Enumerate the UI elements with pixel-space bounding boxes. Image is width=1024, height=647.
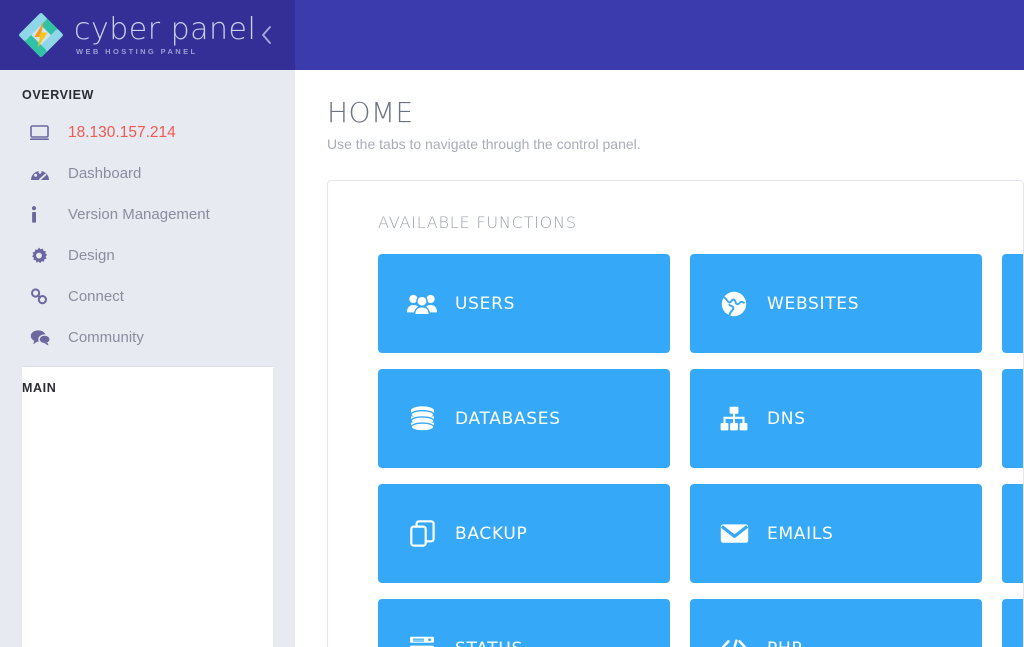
sidebar-brand-bar: cyber panel WEB HOSTING PANEL [0,0,295,70]
sidebar: cyber panel WEB HOSTING PANEL OVERVIEW 1… [0,0,295,647]
globe-icon [717,291,751,317]
sidebar-section-title-overview: OVERVIEW [22,88,94,102]
sidebar-item-server-ip[interactable]: 18.130.157.214 [0,112,295,153]
tile-label: USERS [455,293,516,314]
sidebar-item-connect[interactable]: Connect [0,276,295,317]
brand-text: cyber panel WEB HOSTING PANEL [74,11,257,56]
sidebar-item-dashboard[interactable]: Dashboard [0,153,295,194]
users-icon [405,293,439,315]
brand-name: cyber panel [74,11,257,47]
envelope-icon [717,523,751,544]
available-functions-card: AVAILABLE FUNCTIONS USERS WEBSITES DATAB… [327,180,1024,647]
available-functions-heading: AVAILABLE FUNCTIONS [378,213,577,232]
sidebar-item-design[interactable]: Design [0,235,295,276]
sidebar-item-label: Version Management [68,206,210,223]
info-icon [30,206,56,223]
sidebar-item-label: Connect [68,288,124,305]
brand-tagline: WEB HOSTING PANEL [76,46,198,56]
tile-users[interactable]: USERS [378,254,670,353]
tile-label: STATUS [455,639,523,647]
tile-label: WEBSITES [767,293,860,314]
tile-third-column-row3[interactable] [1002,484,1023,583]
sidebar-item-label: Design [68,247,115,264]
page-content: HOME Use the tabs to navigate through th… [295,70,1024,647]
server-icon [405,636,439,647]
tile-dns[interactable]: DNS [690,369,982,468]
sidebar-item-label: Dashboard [68,165,142,182]
sidebar-item-version-management[interactable]: Version Management [0,194,295,235]
database-icon [405,405,439,432]
tile-label: DATABASES [455,408,561,429]
tile-label: DNS [767,408,806,429]
link-icon [30,288,56,305]
page-subtitle: Use the tabs to navigate through the con… [327,136,641,152]
sidebar-item-community[interactable]: Community [0,317,295,358]
tile-databases[interactable]: DATABASES [378,369,670,468]
tile-status[interactable]: STATUS [378,599,670,647]
tile-third-column-row2[interactable] [1002,369,1023,468]
lightning-diamond-logo-icon [18,12,64,58]
tile-backup[interactable]: BACKUP [378,484,670,583]
sidebar-nav: OVERVIEW 18.130.157.214 Dashboard Versio… [0,70,295,647]
code-icon [717,638,751,647]
tile-emails[interactable]: EMAILS [690,484,982,583]
sidebar-collapse-button[interactable] [255,22,277,48]
tile-label: PHP [767,639,802,647]
chevron-left-icon [261,26,272,44]
gauge-icon [30,166,56,182]
tile-third-column-row1[interactable] [1002,254,1023,353]
function-tile-grid: USERS WEBSITES DATABASES DNS BACKUP EMAI… [378,254,1023,647]
tile-websites[interactable]: WEBSITES [690,254,982,353]
page-title: HOME [327,96,414,129]
sidebar-item-label: 18.130.157.214 [68,123,176,141]
monitor-icon [30,124,56,141]
copy-icon [405,520,439,547]
top-header-bar [295,0,1024,70]
sidebar-item-label: Community [68,329,144,346]
tile-label: BACKUP [455,523,528,544]
app-root: cyber panel WEB HOSTING PANEL OVERVIEW 1… [0,0,1024,647]
tile-php[interactable]: PHP [690,599,982,647]
sidebar-section-title-main: MAIN [22,366,273,647]
gear-icon [30,247,56,265]
main-area: HOME Use the tabs to navigate through th… [295,0,1024,647]
sitemap-icon [717,406,751,431]
tile-third-column-row4[interactable] [1002,599,1023,647]
chat-icon [30,329,56,346]
tile-label: EMAILS [767,523,834,544]
